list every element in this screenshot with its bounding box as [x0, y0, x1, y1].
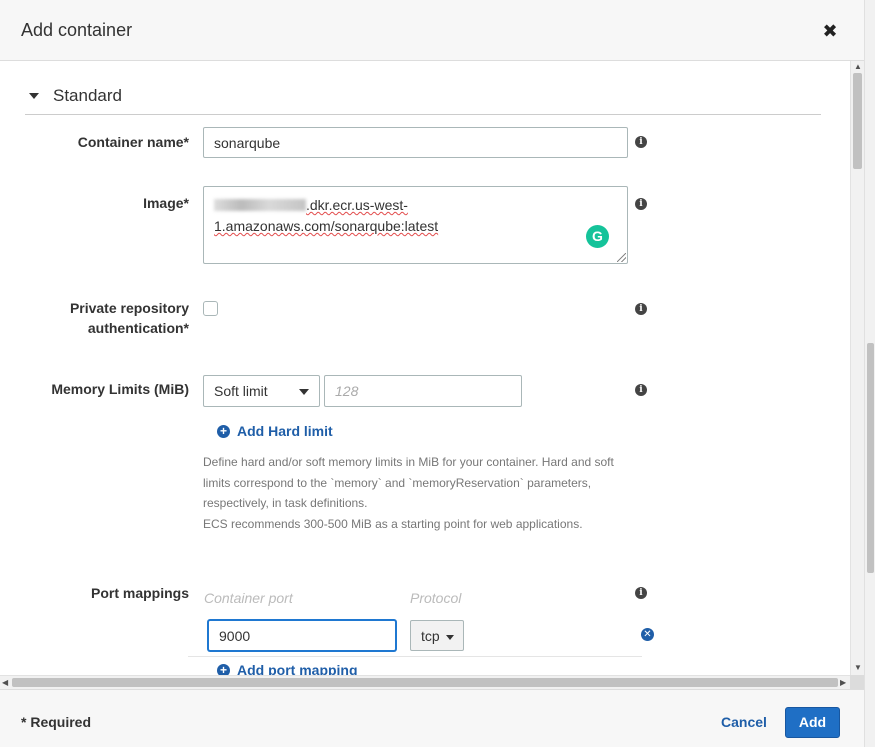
scrollbar-thumb[interactable] [867, 343, 874, 573]
container-name-label: Container name* [77, 134, 189, 150]
resize-grip-icon[interactable] [617, 253, 626, 262]
cancel-button[interactable]: Cancel [721, 714, 767, 730]
memory-limit-type-select[interactable]: Soft limit [203, 375, 320, 407]
scroll-up-icon[interactable]: ▲ [854, 63, 862, 71]
memory-limits-label: Memory Limits (MiB) [51, 381, 189, 397]
info-icon[interactable]: i [635, 198, 647, 210]
plus-circle-icon[interactable]: + [217, 425, 230, 438]
scrollbar-corner [850, 675, 864, 689]
scrollbar-thumb[interactable] [12, 678, 838, 687]
scroll-right-icon[interactable]: ▶ [840, 679, 846, 687]
info-icon[interactable]: i [635, 136, 647, 148]
image-text-2: 1.amazonaws.com/sonarqube:latest [214, 218, 439, 234]
modal-header: Add container ✖ [0, 0, 864, 61]
plus-circle-icon[interactable]: + [217, 664, 230, 675]
container-port-column-header: Container port [204, 590, 293, 606]
required-note: * Required [21, 714, 92, 730]
section-title: Standard [53, 86, 122, 105]
protocol-dropdown[interactable]: tcp [410, 620, 464, 651]
close-icon[interactable]: ✖ [822, 22, 838, 40]
vertical-scrollbar[interactable]: ▲ ▼ [850, 61, 864, 675]
redacted-account-id [214, 199, 306, 211]
image-text-1: .dkr.ecr.us-west- [306, 197, 408, 213]
help-line: limits correspond to the `memory` and `m… [203, 475, 592, 490]
add-port-mapping-link[interactable]: Add port mapping [237, 662, 358, 675]
modal-title: Add container [21, 20, 133, 40]
container-name-input[interactable]: sonarqube [203, 127, 628, 158]
soft-limit-input[interactable]: 128 [324, 375, 522, 407]
caret-down-icon [29, 93, 39, 99]
page-scrollbar[interactable] [864, 0, 875, 747]
memory-limit-type-value: Soft limit [214, 383, 268, 399]
image-line-1: .dkr.ecr.us-west- [214, 195, 617, 216]
add-button[interactable]: Add [785, 707, 840, 738]
scroll-left-icon[interactable]: ◀ [2, 679, 8, 687]
private-repo-label-2: authentication* [87, 320, 189, 336]
private-repo-label-1: Private repository [69, 300, 189, 316]
horizontal-scrollbar[interactable]: ◀ ▶ [0, 675, 850, 689]
image-textarea[interactable]: .dkr.ecr.us-west- 1.amazonaws.com/sonarq… [203, 186, 628, 264]
protocol-value: tcp [421, 627, 440, 644]
help-line: respectively, in task definitions. [203, 496, 368, 510]
scroll-down-icon[interactable]: ▼ [854, 664, 862, 672]
clipped-row: + Add port mapping [0, 657, 850, 675]
chevron-down-icon [446, 635, 454, 640]
info-icon[interactable]: i [635, 303, 647, 315]
section-header-standard[interactable]: Standard [25, 84, 821, 115]
chevron-down-icon [299, 389, 309, 395]
remove-circle-icon[interactable]: ✕ [641, 628, 654, 641]
image-label: Image* [143, 195, 189, 211]
image-line-2: 1.amazonaws.com/sonarqube:latest [214, 216, 617, 237]
grammarly-icon[interactable]: G [586, 225, 609, 248]
container-port-input[interactable]: 9000 [208, 620, 396, 651]
add-hard-limit-link[interactable]: Add Hard limit [237, 423, 333, 439]
private-repo-checkbox[interactable] [203, 301, 218, 316]
info-icon[interactable]: i [635, 587, 647, 599]
scrollbar-thumb[interactable] [853, 73, 862, 169]
memory-help-text: Define hard and/or soft memory limits in… [203, 452, 623, 534]
protocol-column-header: Protocol [410, 590, 462, 606]
help-line: ECS recommends 300-500 MiB as a starting… [203, 516, 583, 531]
info-icon[interactable]: i [635, 384, 647, 396]
help-line: Define hard and/or soft memory limits in… [203, 455, 614, 469]
modal-footer: * Required Cancel Add [0, 689, 864, 747]
port-mappings-label: Port mappings [90, 585, 189, 601]
